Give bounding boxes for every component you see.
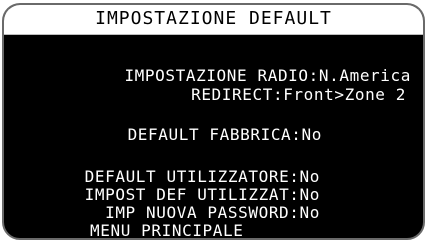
menu-item-radio-setting[interactable]: IMPOSTAZIONE RADIO:N.America (124, 67, 411, 85)
menu-item-factory-default[interactable]: DEFAULT FABBRICA:No (128, 126, 322, 144)
menu-item-set-user-default[interactable]: IMPOST DEF UTILIZZAT:No (85, 186, 320, 204)
menu-item-value: No (299, 185, 320, 204)
page-title: IMPOSTAZIONE DEFAULT (95, 8, 332, 29)
title-bar: IMPOSTAZIONE DEFAULT (4, 5, 423, 35)
menu-item-label: DEFAULT FABBRICA: (127, 125, 302, 144)
menu-item-value: No (299, 167, 320, 186)
menu-item-value: No (299, 203, 320, 222)
menu-item-label: IMPOST DEF UTILIZZAT: (84, 185, 300, 204)
menu-item-label: DEFAULT UTILIZZATORE: (84, 167, 300, 186)
menu-item-value: Front>Zone 2 (283, 85, 406, 104)
menu-item-user-default[interactable]: DEFAULT UTILIZZATORE:No (85, 168, 320, 186)
menu-item-value: N.America (318, 66, 411, 85)
menu-item-label: IMP NUOVA PASSWORD: (105, 203, 300, 222)
main-menu-link[interactable]: MENU PRINCIPALE (90, 222, 244, 239)
menu-item-label: REDIRECT: (191, 85, 284, 104)
menu-item-redirect[interactable]: REDIRECT:Front>Zone 2 (191, 86, 406, 104)
menu-item-new-password[interactable]: IMP NUOVA PASSWORD:No (105, 204, 320, 222)
menu-item-label: IMPOSTAZIONE RADIO: (124, 66, 319, 85)
osd-screen: IMPOSTAZIONE DEFAULT IMPOSTAZIONE RADIO:… (2, 3, 425, 240)
menu-item-value: No (301, 125, 322, 144)
